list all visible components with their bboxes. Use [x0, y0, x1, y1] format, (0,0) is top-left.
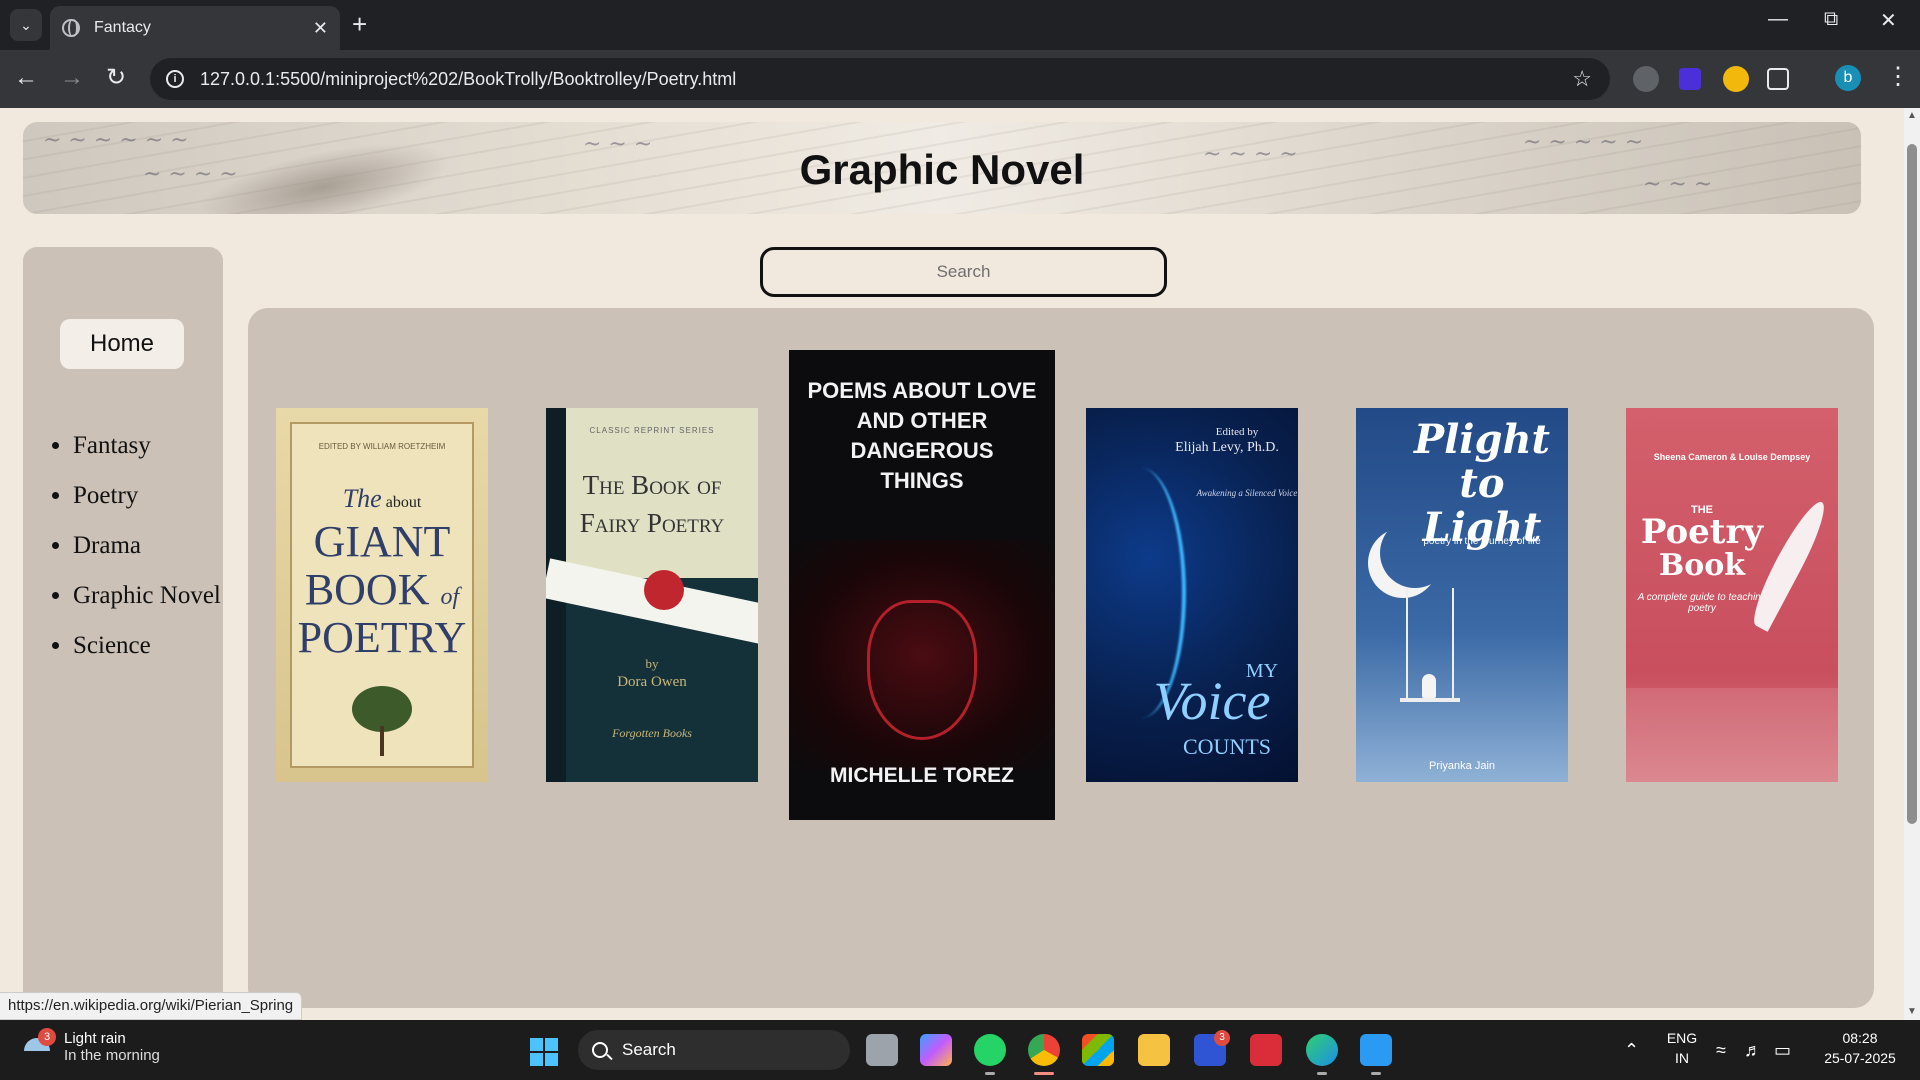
clock-time[interactable]: 08:28	[1810, 1030, 1910, 1046]
book-shelf: EDITED BY WILLIAM ROETZHEIM The about GI…	[248, 308, 1874, 1008]
site-info-icon[interactable]: i	[166, 70, 184, 88]
windows-start-icon[interactable]	[530, 1038, 558, 1066]
girl-silhouette	[1422, 674, 1436, 698]
app-l-badge: 3	[1214, 1030, 1230, 1046]
scroll-up-icon[interactable]: ▲	[1907, 110, 1917, 121]
vscode-icon[interactable]	[1360, 1034, 1392, 1066]
tab-title: Fantacy	[94, 19, 151, 36]
genre-link-drama[interactable]: Drama	[73, 532, 221, 560]
genre-link-fantasy[interactable]: Fantasy	[73, 432, 221, 460]
umbrella-rain-icon: 3	[22, 1028, 56, 1062]
extension-purple-icon[interactable]	[1679, 68, 1701, 90]
file-explorer-icon[interactable]	[1138, 1034, 1170, 1066]
chrome-icon[interactable]	[1028, 1034, 1060, 1066]
extension-blocked-icon[interactable]	[1633, 66, 1659, 92]
address-bar[interactable]: i 127.0.0.1:5500/miniproject%202/BookTro…	[150, 58, 1610, 100]
edge-icon[interactable]	[1306, 1034, 1338, 1066]
rose-illustration	[644, 570, 684, 610]
tab-close-icon[interactable]: ✕	[313, 18, 328, 39]
window-close-icon[interactable]: ✕	[1880, 8, 1897, 33]
copilot-icon[interactable]	[920, 1034, 952, 1066]
extension-yellow-icon[interactable]	[1723, 66, 1749, 92]
genre-link-graphic-novel[interactable]: Graphic Novel	[73, 582, 221, 610]
genre-list: Fantasy Poetry Drama Graphic Novel Scien…	[73, 432, 221, 682]
weather-subtitle: In the morning	[64, 1047, 160, 1064]
microsoft-store-icon[interactable]	[1082, 1034, 1114, 1066]
weather-badge: 3	[38, 1028, 56, 1046]
heart-illustration	[867, 600, 977, 740]
book-cover-the-poetry-book[interactable]: Sheena Cameron & Louise Dempsey THE Poet…	[1626, 408, 1838, 782]
back-icon[interactable]: ←	[14, 64, 38, 92]
reload-icon[interactable]: ↻	[106, 64, 126, 92]
weather-widget[interactable]: 3 Light rain In the morning	[22, 1028, 160, 1064]
genre-link-poetry[interactable]: Poetry	[73, 482, 221, 510]
extensions-puzzle-icon[interactable]	[1767, 68, 1789, 90]
browser-tab[interactable]: Fantacy ✕	[50, 6, 340, 50]
minimize-icon[interactable]: —	[1768, 8, 1788, 31]
book-cover-fairy-poetry[interactable]: CLASSIC REPRINT SERIES The Book of Fairy…	[546, 408, 758, 782]
genre-link-science[interactable]: Science	[73, 632, 221, 660]
bookmark-star-icon[interactable]: ☆	[1572, 66, 1592, 92]
browser-menu-icon[interactable]: ⋮	[1886, 62, 1910, 91]
scrollbar-thumb[interactable]	[1907, 144, 1917, 824]
scroll-down-icon[interactable]: ▼	[1907, 1006, 1917, 1017]
book-cover-poems-about-love[interactable]: POEMS ABOUT LOVE AND OTHER DANGEROUS THI…	[789, 350, 1055, 820]
whatsapp-icon[interactable]	[974, 1034, 1006, 1066]
globe-icon	[62, 19, 80, 37]
restore-icon[interactable]: ⧉	[1824, 8, 1838, 31]
crescent-moon	[1380, 518, 1450, 588]
battery-icon[interactable]: ▭	[1774, 1040, 1791, 1061]
profile-avatar[interactable]: b	[1835, 65, 1861, 91]
search-input[interactable]: Search	[760, 247, 1167, 297]
new-tab-button[interactable]: +	[352, 10, 367, 38]
browser-tab-bar: ⌄ Fantacy ✕ + — ⧉ ✕	[0, 0, 1920, 50]
tab-search-button[interactable]: ⌄	[10, 9, 42, 41]
sidebar: Home Fantasy Poetry Drama Graphic Novel …	[23, 247, 223, 1020]
taskbar-search-label: Search	[622, 1040, 676, 1059]
taskbar-search[interactable]: Search	[578, 1030, 850, 1070]
chevron-up-icon[interactable]: ⌃	[1624, 1040, 1639, 1061]
page-title: Graphic Novel	[799, 146, 1085, 193]
page-viewport: ~ ~ ~ ~ ~ ~ ~ ~ ~ ~ ~ ~ ~ ~ ~ ~ ~ ~ ~ ~ …	[0, 108, 1904, 1020]
page-scrollbar[interactable]: ▲ ▼	[1904, 108, 1920, 1020]
book-cover-giant-book-of-poetry[interactable]: EDITED BY WILLIAM ROETZHEIM The about GI…	[276, 408, 488, 782]
wifi-icon[interactable]: ≈	[1716, 1040, 1726, 1061]
book-cover-plight-to-light[interactable]: Plight to Light poetry in the journey of…	[1356, 408, 1568, 782]
link-status-bar: https://en.wikipedia.org/wiki/Pierian_Sp…	[0, 992, 303, 1020]
mcafee-icon[interactable]	[1250, 1034, 1282, 1066]
browser-toolbar: ← → ↻ i 127.0.0.1:5500/miniproject%202/B…	[0, 50, 1920, 108]
home-button[interactable]: Home	[60, 319, 184, 369]
weather-title: Light rain	[64, 1030, 126, 1047]
search-icon	[592, 1042, 608, 1058]
swing	[1400, 698, 1460, 702]
language-bottom[interactable]: IN	[1664, 1050, 1700, 1066]
clock-date[interactable]: 25-07-2025	[1810, 1050, 1910, 1066]
header-banner: ~ ~ ~ ~ ~ ~ ~ ~ ~ ~ ~ ~ ~ ~ ~ ~ ~ ~ ~ ~ …	[23, 122, 1861, 214]
url-text: 127.0.0.1:5500/miniproject%202/BookTroll…	[200, 68, 737, 89]
volume-icon[interactable]: ♬	[1744, 1040, 1762, 1061]
forward-icon[interactable]: →	[60, 64, 84, 92]
taskbar: 3 Light rain In the morning Search 3 ⌃ E…	[0, 1020, 1920, 1080]
language-top[interactable]: ENG	[1664, 1030, 1700, 1046]
task-view-icon[interactable]	[866, 1034, 898, 1066]
book-cover-my-voice-counts[interactable]: Edited by Elijah Levy, Ph.D. Awakening a…	[1086, 408, 1298, 782]
